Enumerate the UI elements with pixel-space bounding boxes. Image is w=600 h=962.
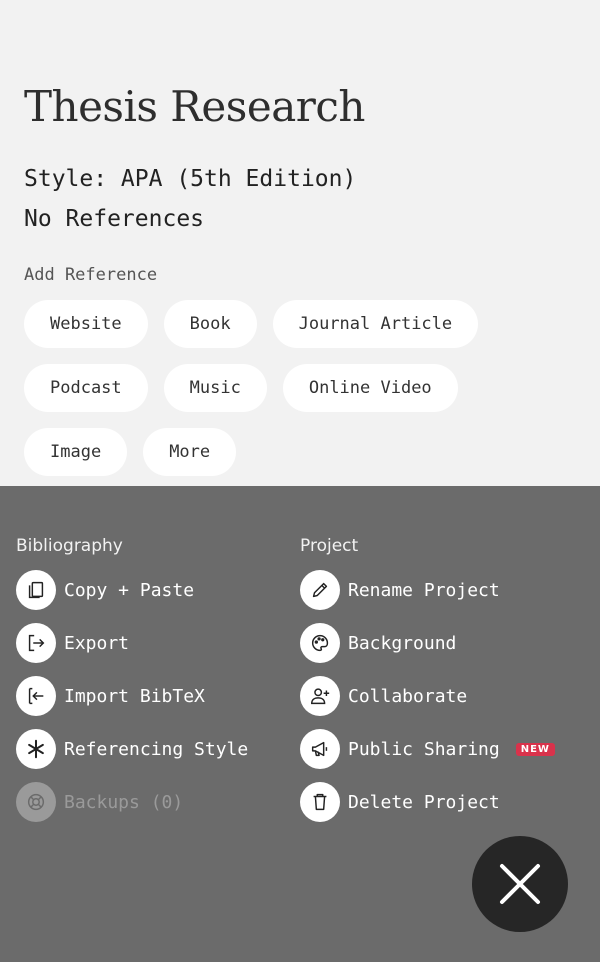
chip-podcast[interactable]: Podcast xyxy=(24,364,148,412)
menu-label: Backups (0) xyxy=(64,791,184,813)
background-item[interactable]: Background xyxy=(300,623,555,663)
project-menu: Project Rename Project Background Collab… xyxy=(300,536,555,835)
copy-icon xyxy=(16,570,56,610)
public-sharing-item[interactable]: Public Sharing NEW xyxy=(300,729,555,769)
chip-more[interactable]: More xyxy=(143,428,237,476)
project-header: Thesis Research Style: APA (5th Edition)… xyxy=(0,0,600,486)
rename-project-item[interactable]: Rename Project xyxy=(300,570,555,610)
menu-label: Public Sharing xyxy=(348,738,500,760)
menu-label: Background xyxy=(348,632,457,654)
referencing-style-item[interactable]: Referencing Style xyxy=(16,729,248,769)
trash-icon xyxy=(300,782,340,822)
add-user-icon xyxy=(300,676,340,716)
bibliography-menu: Bibliography Copy + Paste Export Import … xyxy=(16,536,248,835)
menu-label: Import BibTeX xyxy=(64,685,205,707)
reference-count-label: No References xyxy=(24,206,205,232)
pencil-icon xyxy=(300,570,340,610)
menu-label: Copy + Paste xyxy=(64,579,195,601)
delete-project-item[interactable]: Delete Project xyxy=(300,782,555,822)
chip-image[interactable]: Image xyxy=(24,428,128,476)
bibliography-heading: Bibliography xyxy=(16,536,123,556)
megaphone-icon xyxy=(300,729,340,769)
import-icon xyxy=(16,676,56,716)
chip-online-video[interactable]: Online Video xyxy=(282,364,458,412)
chip-website[interactable]: Website xyxy=(24,300,148,348)
menu-label: Rename Project xyxy=(348,579,500,601)
lifebuoy-icon xyxy=(16,782,56,822)
collaborate-item[interactable]: Collaborate xyxy=(300,676,555,716)
palette-icon xyxy=(300,623,340,663)
close-icon xyxy=(500,864,540,904)
project-heading: Project xyxy=(300,536,359,556)
chip-music[interactable]: Music xyxy=(163,364,267,412)
options-sheet: Bibliography Copy + Paste Export Import … xyxy=(0,486,600,962)
menu-label: Export xyxy=(64,632,130,654)
menu-label: Delete Project xyxy=(348,791,500,813)
reference-type-chips: Website Book Journal Article Podcast Mus… xyxy=(24,300,584,492)
export-item[interactable]: Export xyxy=(16,623,248,663)
page-title: Thesis Research xyxy=(24,82,365,131)
import-bibtex-item[interactable]: Import BibTeX xyxy=(16,676,248,716)
chip-journal-article[interactable]: Journal Article xyxy=(272,300,479,348)
copy-paste-item[interactable]: Copy + Paste xyxy=(16,570,248,610)
chip-book[interactable]: Book xyxy=(163,300,257,348)
add-reference-heading: Add Reference xyxy=(24,265,158,285)
menu-label: Collaborate xyxy=(348,685,468,707)
backups-item[interactable]: Backups (0) xyxy=(16,782,248,822)
export-icon xyxy=(16,623,56,663)
asterisk-icon xyxy=(16,729,56,769)
close-button[interactable] xyxy=(472,836,568,932)
menu-label: Referencing Style xyxy=(64,738,249,760)
new-badge: NEW xyxy=(515,742,555,756)
citation-style-label: Style: APA (5th Edition) xyxy=(24,166,357,192)
